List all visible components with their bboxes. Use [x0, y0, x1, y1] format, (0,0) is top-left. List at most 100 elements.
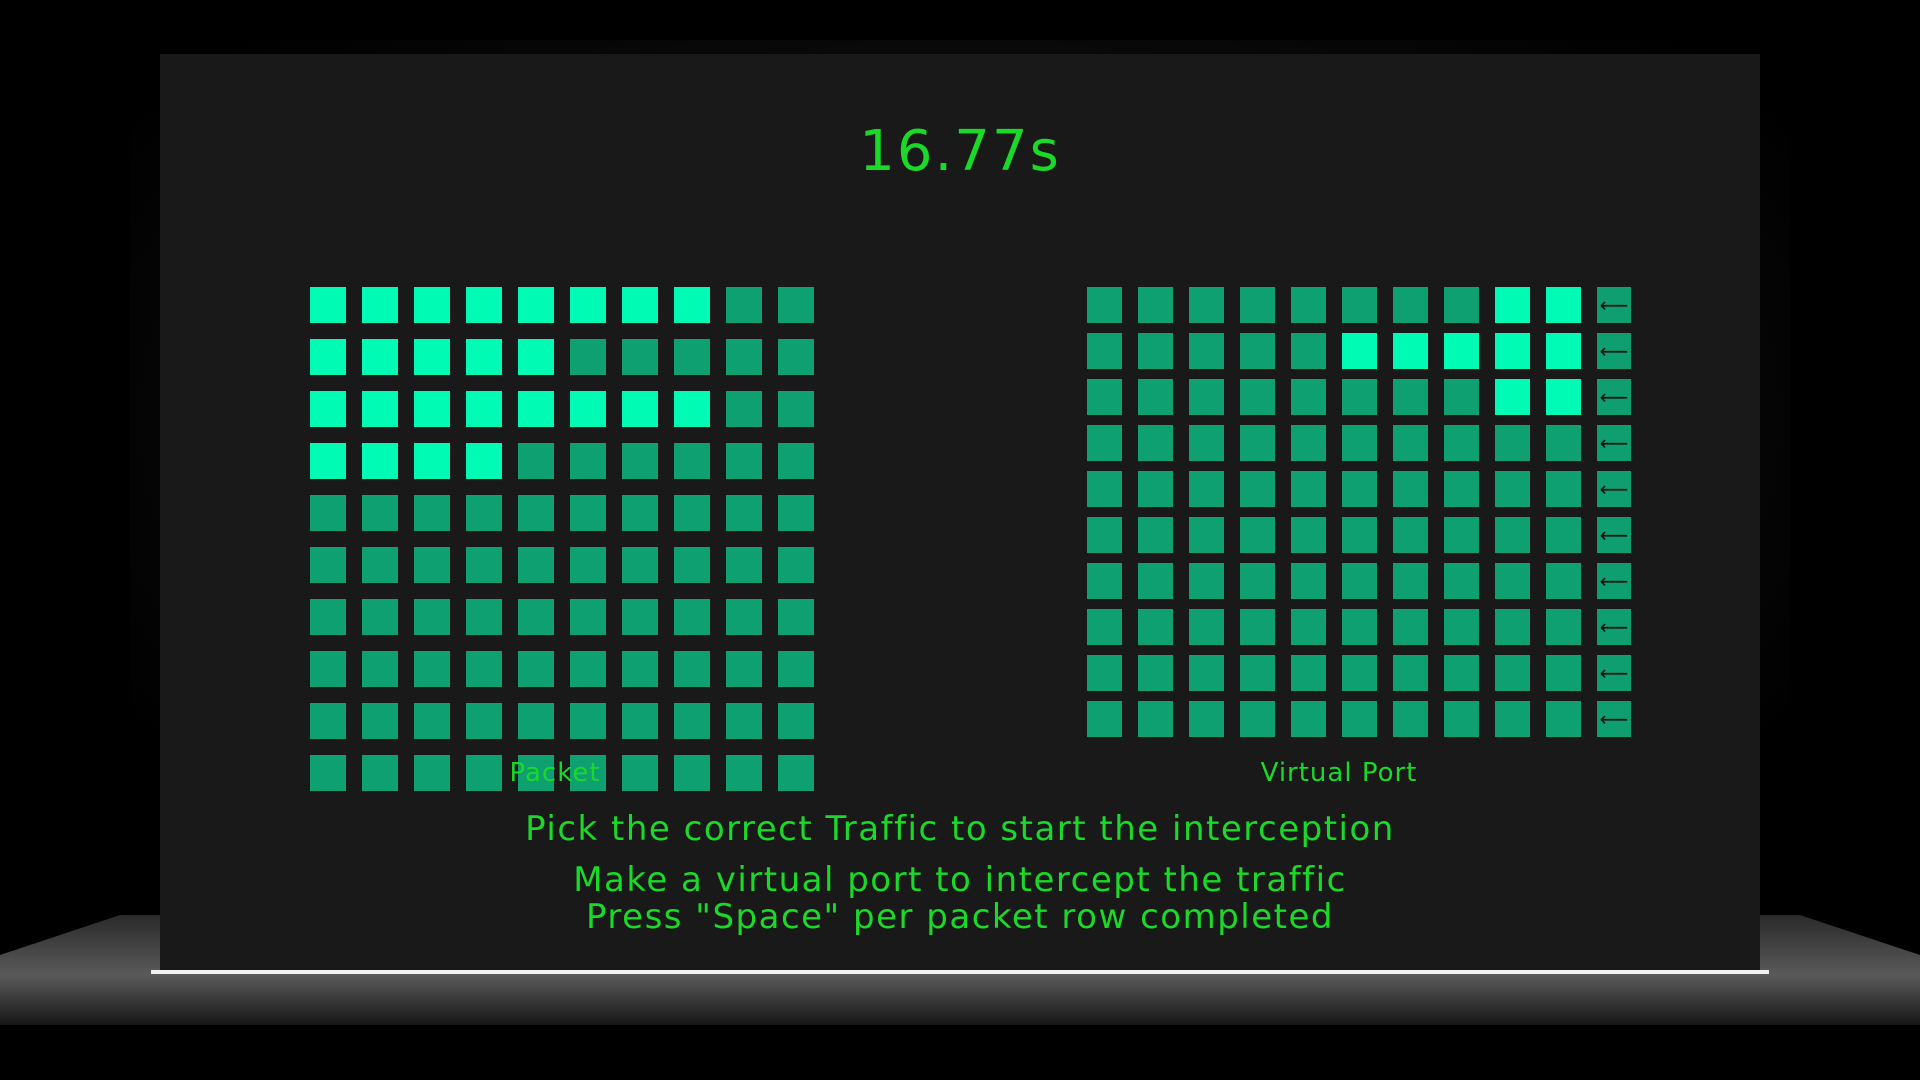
port-cell[interactable]: [1393, 425, 1428, 461]
port-cell[interactable]: [1393, 701, 1428, 737]
port-cell[interactable]: [1444, 287, 1479, 323]
row-shift-button[interactable]: ⟵: [1597, 425, 1631, 461]
port-cell[interactable]: [1546, 701, 1581, 737]
port-cell[interactable]: [1240, 655, 1275, 691]
port-cell[interactable]: [1240, 379, 1275, 415]
port-cell[interactable]: [1138, 333, 1173, 369]
row-shift-button[interactable]: ⟵: [1597, 563, 1631, 599]
port-cell[interactable]: [1138, 287, 1173, 323]
row-shift-button[interactable]: ⟵: [1597, 655, 1631, 691]
port-cell[interactable]: [1291, 471, 1326, 507]
port-cell[interactable]: [1240, 517, 1275, 553]
port-cell[interactable]: [1546, 425, 1581, 461]
port-cell[interactable]: [1087, 517, 1122, 553]
port-cell[interactable]: [1444, 609, 1479, 645]
port-cell[interactable]: [1291, 517, 1326, 553]
port-cell[interactable]: [1087, 701, 1122, 737]
port-cell[interactable]: [1189, 563, 1224, 599]
port-cell[interactable]: [1393, 655, 1428, 691]
port-cell[interactable]: [1546, 563, 1581, 599]
port-cell[interactable]: [1444, 471, 1479, 507]
port-cell[interactable]: [1495, 655, 1530, 691]
port-cell[interactable]: [1495, 333, 1530, 369]
port-cell[interactable]: [1546, 655, 1581, 691]
port-cell[interactable]: [1138, 563, 1173, 599]
port-cell[interactable]: [1546, 517, 1581, 553]
port-cell[interactable]: [1240, 425, 1275, 461]
port-cell[interactable]: [1444, 333, 1479, 369]
port-cell[interactable]: [1342, 287, 1377, 323]
port-cell[interactable]: [1342, 563, 1377, 599]
port-cell[interactable]: [1291, 287, 1326, 323]
port-cell[interactable]: [1138, 701, 1173, 737]
port-cell[interactable]: [1189, 471, 1224, 507]
row-shift-button[interactable]: ⟵: [1597, 517, 1631, 553]
port-cell[interactable]: [1546, 609, 1581, 645]
port-cell[interactable]: [1342, 425, 1377, 461]
port-cell[interactable]: [1189, 517, 1224, 553]
port-cell[interactable]: [1291, 701, 1326, 737]
port-cell[interactable]: [1138, 425, 1173, 461]
port-cell[interactable]: [1444, 701, 1479, 737]
port-cell[interactable]: [1240, 609, 1275, 645]
port-cell[interactable]: [1189, 379, 1224, 415]
port-cell[interactable]: [1240, 333, 1275, 369]
port-cell[interactable]: [1291, 333, 1326, 369]
port-cell[interactable]: [1087, 471, 1122, 507]
port-cell[interactable]: [1138, 379, 1173, 415]
row-shift-button[interactable]: ⟵: [1597, 701, 1631, 737]
port-cell[interactable]: [1087, 425, 1122, 461]
port-cell[interactable]: [1393, 517, 1428, 553]
port-cell[interactable]: [1138, 609, 1173, 645]
port-cell[interactable]: [1138, 655, 1173, 691]
row-shift-button[interactable]: ⟵: [1597, 471, 1631, 507]
port-cell[interactable]: [1342, 701, 1377, 737]
port-cell[interactable]: [1291, 379, 1326, 415]
port-cell[interactable]: [1546, 333, 1581, 369]
row-shift-button[interactable]: ⟵: [1597, 609, 1631, 645]
port-cell[interactable]: [1087, 287, 1122, 323]
port-cell[interactable]: [1342, 609, 1377, 645]
port-cell[interactable]: [1291, 609, 1326, 645]
port-cell[interactable]: [1087, 609, 1122, 645]
port-cell[interactable]: [1342, 333, 1377, 369]
port-cell[interactable]: [1444, 563, 1479, 599]
port-cell[interactable]: [1495, 517, 1530, 553]
row-shift-button[interactable]: ⟵: [1597, 379, 1631, 415]
port-cell[interactable]: [1393, 563, 1428, 599]
port-cell[interactable]: [1189, 701, 1224, 737]
port-cell[interactable]: [1087, 379, 1122, 415]
port-cell[interactable]: [1444, 655, 1479, 691]
port-cell[interactable]: [1291, 563, 1326, 599]
port-cell[interactable]: [1240, 563, 1275, 599]
row-shift-button[interactable]: ⟵: [1597, 333, 1631, 369]
port-cell[interactable]: [1495, 379, 1530, 415]
port-cell[interactable]: [1342, 517, 1377, 553]
port-cell[interactable]: [1495, 563, 1530, 599]
port-cell[interactable]: [1087, 333, 1122, 369]
port-cell[interactable]: [1138, 471, 1173, 507]
row-shift-button[interactable]: ⟵: [1597, 287, 1631, 323]
port-cell[interactable]: [1393, 471, 1428, 507]
port-cell[interactable]: [1546, 471, 1581, 507]
port-cell[interactable]: [1546, 379, 1581, 415]
port-cell[interactable]: [1189, 425, 1224, 461]
port-cell[interactable]: [1546, 287, 1581, 323]
port-cell[interactable]: [1189, 333, 1224, 369]
port-cell[interactable]: [1393, 379, 1428, 415]
port-cell[interactable]: [1495, 425, 1530, 461]
port-cell[interactable]: [1189, 287, 1224, 323]
port-cell[interactable]: [1444, 379, 1479, 415]
port-cell[interactable]: [1138, 517, 1173, 553]
port-cell[interactable]: [1189, 609, 1224, 645]
port-cell[interactable]: [1393, 609, 1428, 645]
port-cell[interactable]: [1495, 471, 1530, 507]
port-cell[interactable]: [1393, 333, 1428, 369]
port-cell[interactable]: [1342, 471, 1377, 507]
port-cell[interactable]: [1444, 517, 1479, 553]
port-cell[interactable]: [1087, 655, 1122, 691]
port-cell[interactable]: [1495, 701, 1530, 737]
port-cell[interactable]: [1444, 425, 1479, 461]
port-cell[interactable]: [1342, 655, 1377, 691]
port-cell[interactable]: [1291, 425, 1326, 461]
